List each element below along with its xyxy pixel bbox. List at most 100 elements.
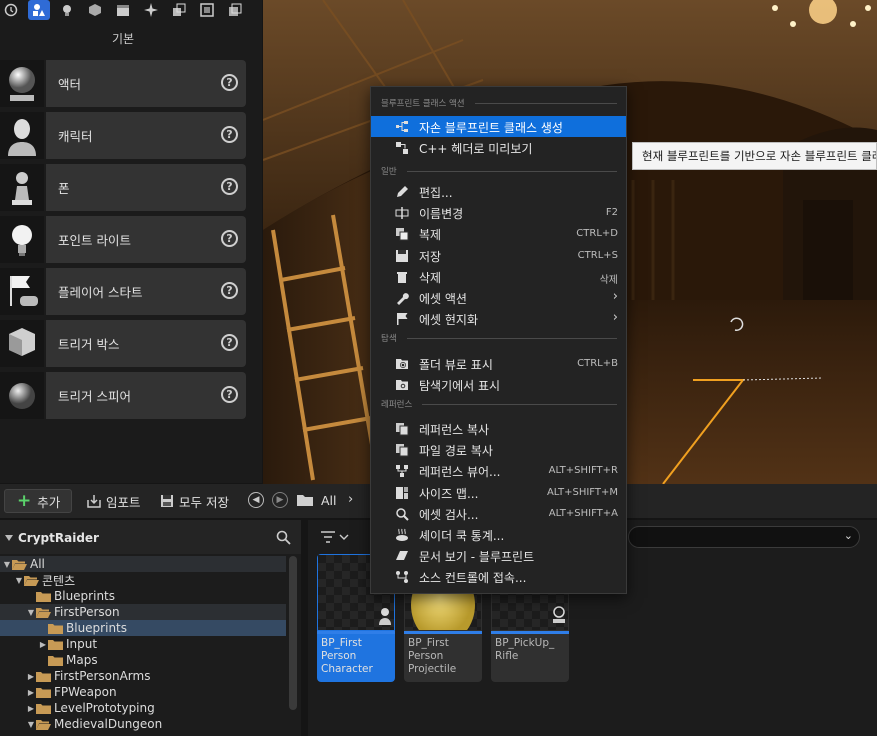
menu-item[interactable]: 에셋 현지화 ›	[371, 308, 626, 329]
folder-label: FirstPersonArms	[54, 669, 151, 683]
expanded-arrow-icon[interactable]: ▼	[2, 560, 12, 569]
menu-item[interactable]: C++ 헤더로 미리보기	[371, 137, 626, 158]
layers-icon	[229, 3, 242, 16]
chevron-down-icon[interactable]: ⌄	[844, 529, 853, 542]
folder-tree-row[interactable]: ▼ All	[0, 556, 286, 572]
add-button[interactable]: + 추가	[4, 489, 72, 513]
help-icon[interactable]: ?	[221, 74, 238, 91]
menu-item[interactable]: 사이즈 맵... ALT+SHIFT+M	[371, 482, 626, 503]
actor-item-point-light[interactable]: 포인트 라이트?	[0, 216, 246, 263]
actor-item-character[interactable]: 캐릭터?	[0, 112, 246, 159]
save-all-button[interactable]: 모두 저장	[160, 489, 229, 513]
history-back-icon[interactable]: ◀	[248, 492, 264, 508]
folder-tree-row[interactable]: ▼ 콘텐츠	[0, 572, 286, 588]
folder-tree-row[interactable]: Maps	[0, 652, 286, 668]
actor-item-actor[interactable]: 액터?	[0, 60, 246, 107]
actor-item-trigger-sphere[interactable]: 트리거 스피어?	[0, 372, 246, 419]
folder-tree-row[interactable]: ▶ FirstPersonArms	[0, 668, 286, 684]
search-icon[interactable]	[276, 530, 291, 545]
help-icon[interactable]: ?	[221, 178, 238, 195]
menu-item[interactable]: 문서 보기 - 블루프린트	[371, 545, 626, 566]
geometry-mode-button[interactable]	[168, 0, 190, 20]
collapsed-arrow-icon[interactable]: ▶	[26, 704, 36, 713]
expanded-arrow-icon[interactable]: ▼	[14, 576, 24, 585]
menu-item[interactable]: 이름변경 F2	[371, 202, 626, 223]
folder-label: 콘텐츠	[42, 573, 76, 588]
actor-item-trigger-box[interactable]: 트리거 박스?	[0, 320, 246, 367]
child-class-icon	[396, 121, 408, 132]
help-icon[interactable]: ?	[221, 230, 238, 247]
basic-mode-button[interactable]	[28, 0, 50, 20]
help-icon[interactable]: ?	[221, 386, 238, 403]
menu-item[interactable]: 복제 CTRL+D	[371, 223, 626, 244]
explorer-icon	[396, 380, 408, 391]
collapsed-arrow-icon[interactable]: ▶	[38, 640, 48, 649]
character-icon	[8, 118, 36, 156]
menu-item[interactable]: 에셋 액션 ›	[371, 287, 626, 308]
asset-name-line: Person	[321, 650, 357, 662]
history-forward-icon[interactable]: ▶	[272, 492, 288, 508]
menu-item[interactable]: 에셋 검사... ALT+SHIFT+A	[371, 503, 626, 524]
menu-item[interactable]: 삭제 삭제	[371, 266, 626, 287]
menu-item[interactable]: 폴더 뷰로 표시 CTRL+B	[371, 353, 626, 374]
menu-item-label: 레퍼런스 뷰어...	[419, 465, 501, 480]
cinematic-mode-button[interactable]	[112, 0, 134, 20]
filter-icon[interactable]	[320, 530, 350, 544]
collapse-arrow-icon[interactable]	[5, 535, 13, 541]
expanded-arrow-icon[interactable]: ▼	[26, 608, 36, 617]
place-actors-panel: 기본 액터? 캐릭터? 폰? 포인트 라이트? 플레이어 스타트? 트리거 박스	[0, 0, 262, 483]
volumes-mode-button[interactable]	[196, 0, 218, 20]
help-icon[interactable]: ?	[221, 334, 238, 351]
folder-tree-row[interactable]: ▼ MedievalDungeon	[0, 716, 286, 732]
menu-item-label: 에셋 검사...	[419, 507, 479, 522]
recent-mode-button[interactable]	[0, 0, 22, 20]
folder-tree-row[interactable]: ▶ LevelPrototyping	[0, 700, 286, 716]
project-title[interactable]: CryptRaider	[18, 531, 99, 545]
folder-label: Blueprints	[54, 589, 116, 603]
asset-search-input[interactable]: ⌄	[628, 526, 860, 548]
folder-tree-row[interactable]: Blueprints	[0, 588, 286, 604]
menu-section-header: 탐색	[381, 332, 617, 344]
light-bulb-icon	[12, 224, 32, 256]
expanded-arrow-icon[interactable]: ▼	[26, 720, 36, 729]
menu-item-shortcut: CTRL+S	[577, 249, 618, 261]
menu-item-label: 에셋 액션	[419, 292, 467, 306]
actor-item-pawn[interactable]: 폰?	[0, 164, 246, 211]
visual-effects-mode-button[interactable]	[140, 0, 162, 20]
actor-thumb	[0, 216, 44, 263]
import-button[interactable]: 임포트	[86, 489, 141, 513]
menu-item[interactable]: 레퍼런스 복사	[371, 418, 626, 439]
folder-tree-row[interactable]: ▶ FPWeapon	[0, 684, 286, 700]
menu-item[interactable]: 자손 블루프린트 클래스 생성	[371, 116, 626, 137]
collapsed-arrow-icon[interactable]: ▶	[26, 672, 36, 681]
folder-tree-row[interactable]: ▶ Input	[0, 636, 286, 652]
asset-context-menu: 블루프린트 클래스 액션 자손 블루프린트 클래스 생성 C++ 헤더로 미리보기 일…	[370, 86, 627, 594]
menu-item-label: 에셋 현지화	[419, 313, 479, 328]
lights-mode-button[interactable]	[56, 0, 78, 20]
audit-icon	[396, 508, 409, 521]
all-classes-mode-button[interactable]	[224, 0, 246, 20]
menu-item[interactable]: 레퍼런스 뷰어... ALT+SHIFT+R	[371, 460, 626, 481]
path-chevron-icon[interactable]: ›	[348, 492, 353, 507]
menu-item[interactable]: 탐색기에서 표시	[371, 374, 626, 395]
folder-tree-row[interactable]: Blueprints	[0, 620, 286, 636]
player-start-icon	[10, 275, 38, 306]
menu-item[interactable]: 소스 컨트롤에 접속...	[371, 566, 626, 587]
menu-separator	[474, 102, 617, 104]
actor-thumb	[0, 60, 44, 107]
menu-item[interactable]: 파일 경로 복사	[371, 439, 626, 460]
menu-item[interactable]: 편집...	[371, 181, 626, 202]
path-breadcrumb-all[interactable]: All	[321, 493, 337, 508]
import-label: 임포트	[106, 494, 141, 510]
menu-item[interactable]: 저장 CTRL+S	[371, 245, 626, 266]
help-icon[interactable]: ?	[221, 126, 238, 143]
collapsed-arrow-icon[interactable]: ▶	[26, 688, 36, 697]
menu-item[interactable]: 셰이더 쿡 통계...	[371, 524, 626, 545]
actor-item-player-start[interactable]: 플레이어 스타트?	[0, 268, 246, 315]
tree-scrollbar[interactable]	[289, 556, 297, 710]
help-icon[interactable]: ?	[221, 282, 238, 299]
shapes-mode-button[interactable]	[84, 0, 106, 20]
folder-tree-row[interactable]: ▼ FirstPerson	[0, 604, 286, 620]
folder-open-icon	[24, 575, 39, 586]
cpp-header-icon	[396, 142, 408, 155]
